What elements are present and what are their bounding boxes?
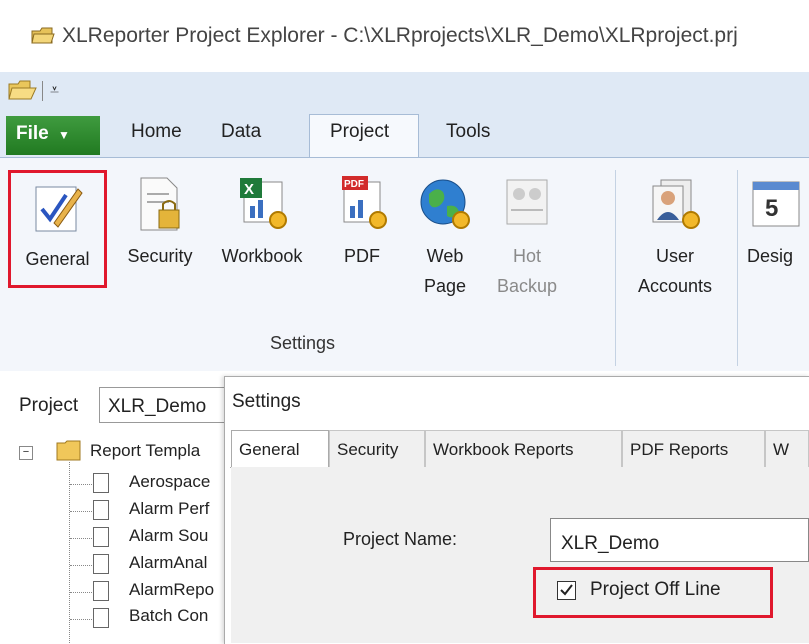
svg-text:X: X xyxy=(244,181,254,198)
workbook-label: Workbook xyxy=(221,246,303,266)
document-icon xyxy=(93,608,109,628)
tab-tools[interactable]: Tools xyxy=(446,121,490,143)
dialog-tab-security[interactable]: Security xyxy=(329,430,425,467)
tree-line xyxy=(69,462,71,643)
project-name-label: Project Name: xyxy=(343,529,458,549)
user-accounts-button[interactable]: User Accounts xyxy=(625,176,725,301)
tree-item[interactable]: AlarmAnal xyxy=(129,553,207,573)
tree-root-report-templates[interactable]: Report Templa xyxy=(90,441,200,461)
tree-connector xyxy=(70,592,92,593)
document-icon xyxy=(93,473,109,493)
workbook-button[interactable]: X Workbook xyxy=(212,176,312,271)
document-lock-icon xyxy=(140,177,180,231)
general-label: General xyxy=(25,249,90,269)
tree-connector xyxy=(70,484,92,485)
customize-qat-icon[interactable]: ⩡ xyxy=(50,82,59,100)
security-button[interactable]: Security xyxy=(118,176,202,271)
document-icon xyxy=(93,581,109,601)
quick-access-toolbar xyxy=(0,72,809,109)
pencil-check-icon xyxy=(35,186,83,232)
pdf-label: PDF xyxy=(344,246,380,266)
general-button[interactable]: General xyxy=(8,170,107,288)
hot-label-2: Backup xyxy=(496,276,558,296)
svg-text:5: 5 xyxy=(765,195,778,222)
settings-group-label: Settings xyxy=(270,333,336,353)
folder-icon xyxy=(56,440,81,461)
tree-item[interactable]: Alarm Perf xyxy=(129,499,209,519)
open-folder-icon[interactable] xyxy=(8,80,38,102)
excel-gear-icon: X xyxy=(240,178,287,229)
tree-connector xyxy=(70,565,92,566)
tree-item[interactable]: Batch Con xyxy=(129,606,208,626)
users-gear-icon xyxy=(652,179,700,229)
tree-item[interactable]: AlarmRepo xyxy=(129,580,214,600)
dialog-tab-workbook-reports[interactable]: Workbook Reports xyxy=(425,430,622,467)
web-page-button[interactable]: Web Page xyxy=(410,176,480,301)
web-label-1: Web xyxy=(426,246,464,266)
user-label-2: Accounts xyxy=(637,276,713,296)
document-icon xyxy=(93,527,109,547)
tree-connector xyxy=(70,538,92,539)
globe-gear-icon xyxy=(420,179,470,229)
qat-separator xyxy=(42,81,43,101)
ribbon-group-separator xyxy=(615,170,616,366)
pdf-button[interactable]: PDF PDF xyxy=(322,176,402,271)
document-icon xyxy=(93,554,109,574)
tree-item[interactable]: Alarm Sou xyxy=(129,526,208,546)
tab-home[interactable]: Home xyxy=(131,121,182,143)
tab-project[interactable]: Project xyxy=(330,121,389,143)
dialog-title: Settings xyxy=(232,391,301,412)
tab-data[interactable]: Data xyxy=(221,121,261,143)
project-select[interactable]: XLR_Demo xyxy=(99,387,239,423)
design-button[interactable]: 5 Desig xyxy=(741,176,809,271)
document-icon xyxy=(93,500,109,520)
project-name-input[interactable]: XLR_Demo xyxy=(550,518,809,562)
offline-highlight-box xyxy=(533,567,773,618)
window-title: XLReporter Project Explorer - C:\XLRproj… xyxy=(62,24,738,47)
ribbon-group-separator-2 xyxy=(737,170,738,366)
hot-label-1: Hot xyxy=(512,246,541,266)
tree-connector xyxy=(70,619,92,620)
chevron-down-icon: ▼ xyxy=(58,128,70,142)
file-label: File xyxy=(16,123,49,144)
svg-text:PDF: PDF xyxy=(344,179,364,190)
dialog-tab-pdf-reports[interactable]: PDF Reports xyxy=(622,430,765,467)
pdf-gear-icon: PDF xyxy=(342,176,387,229)
hot-backup-button[interactable]: Hot Backup xyxy=(487,176,567,301)
dialog-tab-general[interactable]: General xyxy=(231,430,329,468)
security-label: Security xyxy=(127,246,193,266)
file-menu-button[interactable]: File ▼ xyxy=(6,116,100,155)
web-label-2: Page xyxy=(423,276,467,296)
tree-item[interactable]: Aerospace xyxy=(129,472,210,492)
tree-connector xyxy=(70,511,92,512)
calendar-icon: 5 xyxy=(752,181,800,227)
hot-backup-icon xyxy=(506,179,548,225)
design-label: Desig xyxy=(747,246,794,266)
app-icon xyxy=(31,27,55,44)
project-label: Project xyxy=(19,395,79,416)
user-label-1: User xyxy=(655,246,694,266)
tree-collapse-icon[interactable]: − xyxy=(19,446,33,460)
dialog-tab-more[interactable]: W xyxy=(765,430,809,467)
